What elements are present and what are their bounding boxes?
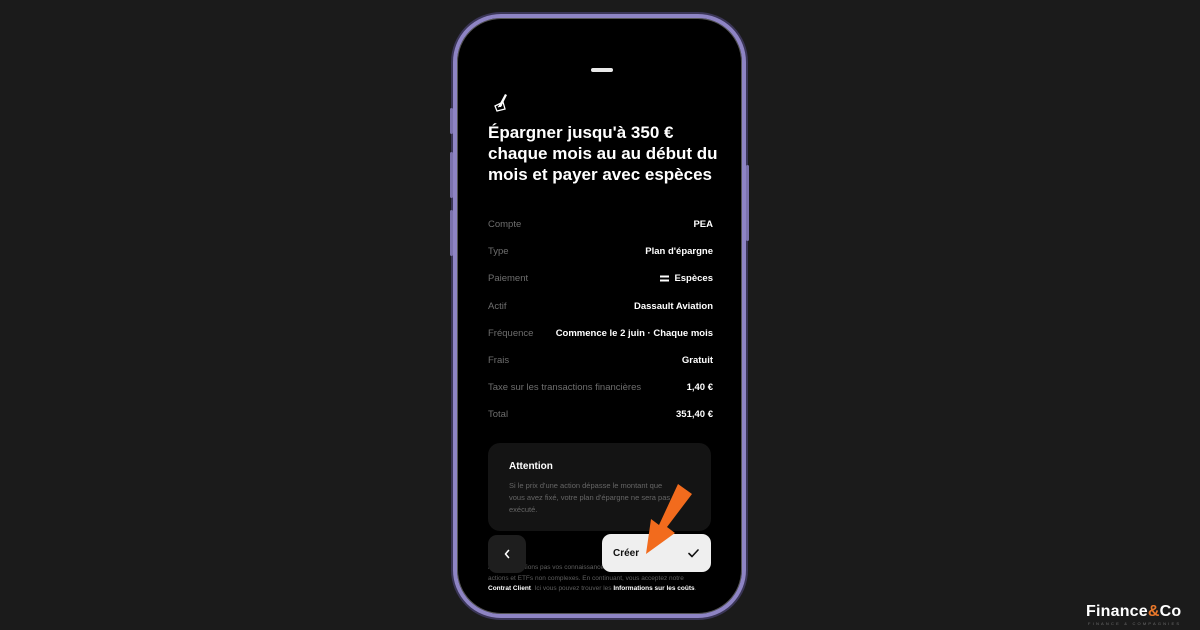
phone-power-button <box>746 165 749 241</box>
costs-info-link[interactable]: Informations sur les coûts <box>613 585 694 592</box>
detail-row-fees: Frais Gratuit <box>488 347 713 374</box>
plan-title: Épargner jusqu'à 350 € chaque mois au au… <box>488 123 718 184</box>
contract-link[interactable]: Contrat Client <box>488 585 531 592</box>
cash-icon <box>660 275 670 282</box>
phone-action-button <box>450 108 453 134</box>
detail-label: Taxe sur les transactions financières <box>488 382 642 394</box>
detail-label: Actif <box>488 300 507 312</box>
legal-text: . <box>694 585 697 592</box>
brand-logo: Finance&Co <box>1086 603 1182 620</box>
detail-value: Espèces <box>660 273 713 284</box>
detail-value: Commence le 2 juin · Chaque mois <box>555 327 713 339</box>
legal-text: . Ici vous pouvez trouver les <box>530 585 614 592</box>
phone-volume-down-button <box>450 210 453 256</box>
orange-arrow-icon <box>646 484 692 554</box>
detail-row-payment: Paiement Espèces <box>488 265 713 292</box>
attention-title: Attention <box>509 461 553 472</box>
detail-row-total: Total 351,40 € <box>488 401 713 428</box>
detail-row-frequency: Fréquence Commence le 2 juin · Chaque mo… <box>488 320 713 347</box>
phone-volume-up-button <box>450 152 453 198</box>
detail-value: 351,40 € <box>676 409 713 421</box>
detail-label: Frais <box>488 355 510 367</box>
phone-frame: Épargner jusqu'à 350 € chaque mois au au… <box>453 14 746 618</box>
detail-row-type: Type Plan d'épargne <box>488 238 713 265</box>
chevron-left-icon <box>504 549 510 559</box>
brand-tagline: FINANCE & COMPAGNIES <box>1088 621 1182 626</box>
detail-value: Plan d'épargne <box>645 246 713 258</box>
sheet-grabber[interactable] <box>591 68 613 72</box>
detail-label: Fréquence <box>488 327 534 339</box>
detail-row-account: Compte PEA <box>488 211 713 238</box>
detail-value: Gratuit <box>681 355 713 367</box>
detail-label: Compte <box>488 219 522 231</box>
detail-row-asset: Actif Dassault Aviation <box>488 293 713 320</box>
detail-row-tax: Taxe sur les transactions financières 1,… <box>488 374 713 401</box>
back-button[interactable] <box>488 535 526 573</box>
detail-value: PEA <box>693 219 713 231</box>
app-logo-icon <box>494 94 507 112</box>
detail-value: Dassault Aviation <box>633 300 713 312</box>
detail-label: Type <box>488 246 509 258</box>
detail-value: 1,40 € <box>686 382 713 394</box>
detail-label: Total <box>488 409 509 421</box>
plan-details: Compte PEA Type Plan d'épargne Paiement … <box>488 211 713 429</box>
detail-label: Paiement <box>488 273 529 285</box>
